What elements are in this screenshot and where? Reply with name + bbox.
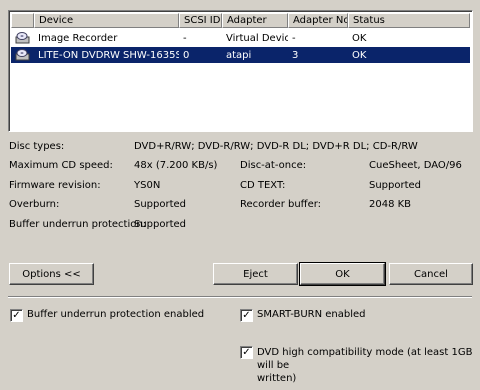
dvd-high-compat-checkbox[interactable]: ✓: [240, 346, 253, 359]
smart-burn-checkbox-label[interactable]: SMART-BURN enabled: [257, 309, 366, 320]
cd-text-label: CD TEXT:: [240, 180, 286, 191]
buffer-underrun-value: Supported: [134, 219, 187, 230]
adapter: Virtual Device: [226, 32, 288, 44]
overburn-label: Overburn:: [9, 199, 60, 210]
device-name: LITE-ON DVDRW SHW-1635S: [38, 49, 179, 61]
adapter: atapi: [226, 49, 252, 61]
disc-drive-icon: [11, 47, 34, 63]
smart-burn-checkbox[interactable]: ✓: [240, 309, 253, 322]
disc-types-label: Disc types:: [9, 141, 65, 152]
buffer-underrun-checkbox[interactable]: ✓: [10, 309, 23, 322]
list-header: Device SCSI ID Adapter Adapter No. Statu…: [11, 13, 470, 28]
max-speed-value: 48x (7.200 KB/s): [134, 160, 218, 171]
column-header-icon[interactable]: [11, 13, 34, 28]
device-list[interactable]: Device SCSI ID Adapter Adapter No. Statu…: [8, 10, 473, 132]
firmware-value: YS0N: [134, 180, 161, 191]
disc-drive-icon: [11, 30, 34, 46]
status: OK: [352, 49, 367, 61]
separator: [8, 296, 472, 298]
disc-at-once-label: Disc-at-once:: [240, 160, 307, 171]
options-button[interactable]: Options <<: [9, 263, 94, 285]
buffer-underrun-label: Buffer underrun protection:: [9, 219, 147, 230]
buffer-underrun-checkbox-label[interactable]: Buffer underrun protection enabled: [27, 309, 204, 320]
status: OK: [352, 32, 367, 44]
dvd-high-compat-line2: written): [257, 373, 297, 384]
eject-button[interactable]: Eject: [213, 263, 298, 285]
list-row-lite-on[interactable]: LITE-ON DVDRW SHW-1635S 0 atapi 3 OK: [11, 47, 470, 63]
column-header-adapter-no[interactable]: Adapter No.: [288, 13, 348, 28]
column-header-adapter[interactable]: Adapter: [222, 13, 288, 28]
column-header-scsi-id[interactable]: SCSI ID: [179, 13, 222, 28]
overburn-value: Supported: [134, 199, 187, 210]
scsi-id: -: [183, 32, 187, 44]
cd-text-value: Supported: [369, 180, 422, 191]
firmware-label: Firmware revision:: [9, 180, 101, 191]
adapter-no: 3: [292, 49, 299, 61]
scsi-id: 0: [183, 49, 190, 61]
device-name: Image Recorder: [38, 32, 118, 44]
column-header-device[interactable]: Device: [34, 13, 179, 28]
recorder-buffer-value: 2048 KB: [369, 199, 412, 210]
dvd-high-compat-checkbox-label[interactable]: DVD high compatibility mode (at least 1G…: [257, 346, 480, 385]
dvd-high-compat-line1: DVD high compatibility mode (at least 1G…: [257, 347, 473, 371]
max-speed-label: Maximum CD speed:: [9, 160, 113, 171]
column-header-status[interactable]: Status: [348, 13, 470, 28]
disc-types-value: DVD+R/RW; DVD-R/RW; DVD-R DL; DVD+R DL; …: [134, 141, 418, 152]
disc-at-once-value: CueSheet, DAO/96: [369, 160, 462, 171]
adapter-no: -: [292, 32, 296, 44]
ok-button[interactable]: OK: [299, 262, 386, 286]
list-row-image-recorder[interactable]: Image Recorder - Virtual Device - OK: [11, 30, 470, 46]
recorder-buffer-label: Recorder buffer:: [240, 199, 322, 210]
cancel-button[interactable]: Cancel: [389, 263, 473, 285]
